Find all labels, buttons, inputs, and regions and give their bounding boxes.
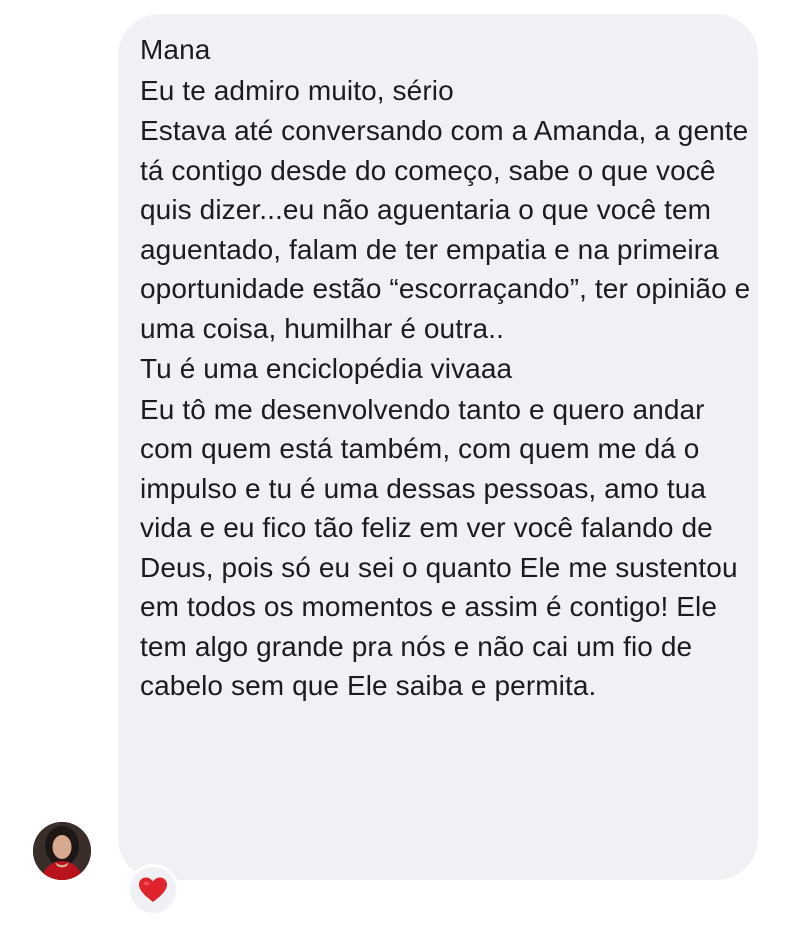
message-text: Eu te admiro muito, sério bbox=[140, 74, 454, 106]
message-list: Mana Eu te admiro muito, sério Estava at… bbox=[140, 30, 752, 707]
avatar-photo bbox=[33, 822, 91, 880]
message-text: Estava até conversando com a Amanda, a g… bbox=[140, 115, 751, 344]
heart-icon bbox=[139, 877, 167, 902]
message-text: Tu é uma enciclopédia vivaaa bbox=[140, 353, 513, 384]
avatar[interactable] bbox=[33, 822, 91, 880]
reaction-badge[interactable] bbox=[127, 864, 179, 916]
message-text: Eu tô me desenvolvendo tanto e quero and… bbox=[140, 393, 738, 702]
message-text: Mana bbox=[140, 34, 211, 65]
